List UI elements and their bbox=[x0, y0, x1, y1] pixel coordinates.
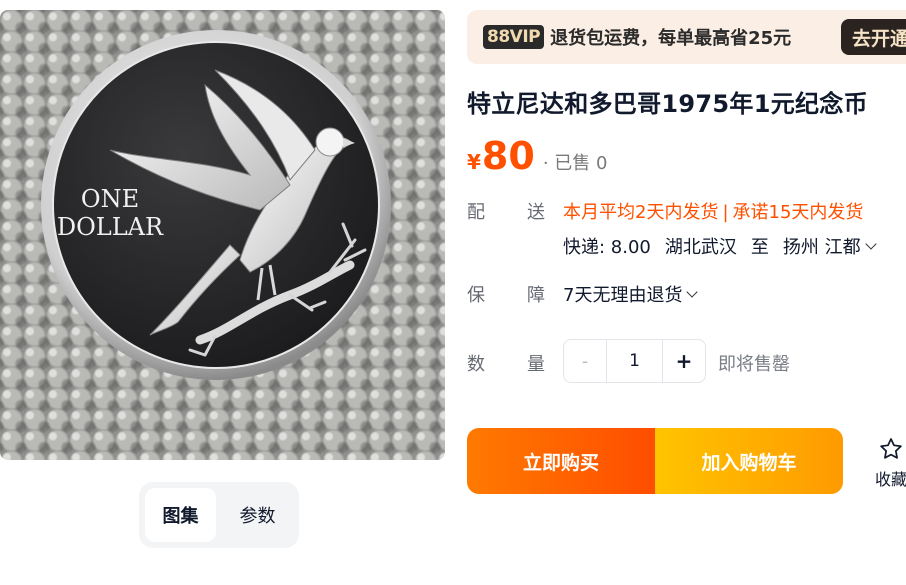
ship-promise-1: 本月平均2天内发货 bbox=[563, 202, 719, 223]
guarantee-text: 7天无理由退货 bbox=[563, 285, 683, 306]
vip-promo-banner: 88VIP 退货包运费，每单最高省25元 去开通 bbox=[467, 10, 906, 64]
delivery-label-char-1: 配 bbox=[467, 202, 485, 223]
coin-image: ONE DOLLAR bbox=[41, 30, 391, 380]
guarantee-value[interactable]: 7天无理由退货 bbox=[563, 281, 699, 307]
product-main-image[interactable]: ONE DOLLAR bbox=[0, 10, 445, 460]
quantity-input[interactable] bbox=[606, 340, 663, 382]
quantity-stepper: - + bbox=[563, 339, 706, 383]
quantity-label: 数 量 bbox=[467, 350, 547, 376]
decrement-button[interactable]: - bbox=[564, 340, 606, 382]
vip-activate-button[interactable]: 去开通 bbox=[841, 19, 906, 55]
quantity-label-char-2: 量 bbox=[527, 354, 545, 375]
shipping-destination[interactable]: 扬州 江都 bbox=[783, 233, 861, 259]
price-value: 80 bbox=[481, 134, 535, 178]
tab-gallery[interactable]: 图集 bbox=[145, 488, 216, 542]
shipping-origin: 湖北武汉 bbox=[664, 237, 737, 258]
shipping-to: 至 bbox=[750, 237, 769, 258]
vip-promo-text: 退货包运费，每单最高省25元 bbox=[550, 28, 792, 49]
price-row: ¥ 80 · 已售 0 bbox=[467, 134, 607, 182]
stock-note: 即将售罄 bbox=[718, 354, 790, 375]
product-title: 特立尼达和多巴哥1975年1元纪念币 bbox=[467, 90, 868, 118]
coin-text-dollar: DOLLAR bbox=[57, 213, 164, 241]
add-to-cart-button[interactable]: 加入购物车 bbox=[655, 428, 843, 494]
vip-badge: 88VIP bbox=[483, 25, 545, 49]
chevron-down-icon[interactable] bbox=[864, 238, 877, 250]
shipping-detail: 快递: 8.00 湖北武汉 至 扬州 江都 bbox=[563, 233, 877, 259]
shipping-promise: 本月平均2天内发货 | 承诺15天内发货 bbox=[563, 198, 863, 224]
guarantee-label-char-1: 保 bbox=[467, 285, 485, 306]
ship-separator: | bbox=[722, 202, 729, 223]
guarantee-label: 保 障 bbox=[467, 281, 547, 307]
currency-symbol: ¥ bbox=[467, 150, 481, 174]
delivery-label: 配 送 bbox=[467, 198, 547, 224]
favorite-label: 收藏 bbox=[874, 470, 906, 489]
gallery-tab-switcher: 图集 参数 bbox=[139, 482, 299, 548]
delivery-label-char-2: 送 bbox=[527, 202, 545, 223]
sold-count: · 已售 0 bbox=[542, 153, 608, 174]
quantity-label-char-1: 数 bbox=[467, 354, 485, 375]
coin-text-one: ONE bbox=[81, 185, 139, 213]
favorite-button[interactable]: 收藏 bbox=[871, 436, 906, 490]
purchase-actions: 立即购买 加入购物车 bbox=[467, 428, 843, 494]
star-icon bbox=[880, 438, 902, 459]
guarantee-label-char-2: 障 bbox=[527, 285, 545, 306]
buy-now-button[interactable]: 立即购买 bbox=[467, 428, 655, 494]
ship-promise-2: 承诺15天内发货 bbox=[732, 202, 864, 223]
shipping-fee: 快递: 8.00 bbox=[563, 237, 651, 258]
tab-params[interactable]: 参数 bbox=[222, 488, 293, 542]
increment-button[interactable]: + bbox=[663, 340, 705, 382]
chevron-down-icon bbox=[686, 286, 699, 298]
